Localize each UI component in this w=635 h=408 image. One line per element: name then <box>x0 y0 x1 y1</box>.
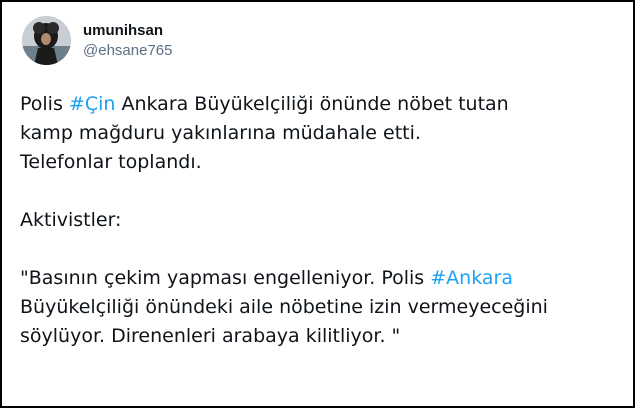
tweet-card: umunihsan @ehsane765 Polis #Çin Ankara B… <box>0 0 635 408</box>
hashtag-link-ankara[interactable]: #Ankara <box>430 267 513 289</box>
user-handle[interactable]: @ehsane765 <box>83 41 172 61</box>
tweet-text: Polis #Çin Ankara Büyükelçiliği önünde n… <box>20 90 626 351</box>
tweet-header: umunihsan @ehsane765 <box>22 16 172 65</box>
tweet-line-3: Telefonlar toplandı. <box>20 151 202 173</box>
tweet-line-6: Büyükelçiliği önündeki aile nöbetine izi… <box>20 296 548 318</box>
tweet-line-4: Aktivistler: <box>20 209 122 231</box>
tweet-line-2: kamp mağduru yakınlarına müdahale etti. <box>20 122 421 144</box>
tweet-spacer <box>20 235 626 264</box>
tweet-line-7: söylüyor. Direnenleri arabaya kilitliyor… <box>20 325 401 347</box>
tweet-line-1-before: Polis <box>20 93 69 115</box>
avatar-image <box>22 16 71 65</box>
display-name[interactable]: umunihsan <box>83 21 172 41</box>
tweet-line-1: Polis #Çin Ankara Büyükelçiliği önünde n… <box>20 90 626 119</box>
user-meta: umunihsan @ehsane765 <box>83 21 172 61</box>
tweet-spacer <box>20 177 626 206</box>
avatar[interactable] <box>22 16 71 65</box>
tweet-line-1-after: Ankara Büyükelçiliği önünde nöbet tutan <box>115 93 509 115</box>
tweet-line-5: "Basının çekim yapması engelleniyor. Pol… <box>20 264 626 293</box>
hashtag-link-cin[interactable]: #Çin <box>69 93 116 115</box>
tweet-line-5-before: "Basının çekim yapması engelleniyor. Pol… <box>20 267 431 289</box>
